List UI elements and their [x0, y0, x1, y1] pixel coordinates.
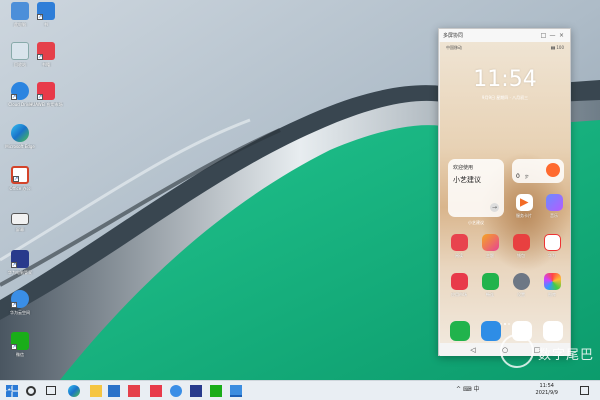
- app-music[interactable]: 音乐: [544, 194, 564, 219]
- service-card-icon: [515, 194, 533, 211]
- app-gallery[interactable]: 图库: [542, 273, 562, 298]
- cloud-taskbar-icon[interactable]: [170, 385, 182, 397]
- huawei-store-icon: ↗: [37, 82, 55, 100]
- app-meetime[interactable]: 畅连: [480, 273, 500, 298]
- phone-screen[interactable]: 中国移动 ▮▮ 100 11:54 9月9日 星期四 · 八月初三 欢迎使用 小…: [440, 42, 570, 343]
- system-tray[interactable]: ^ ⌨ 中: [456, 384, 480, 393]
- computer-icon: [11, 2, 29, 20]
- phone-icon[interactable]: [450, 321, 470, 341]
- app-settings[interactable]: 设置: [511, 273, 531, 298]
- wallet-icon: [512, 234, 530, 251]
- wechat-taskbar-icon[interactable]: [210, 385, 222, 397]
- multi-screen-taskbar-icon[interactable]: [230, 385, 242, 397]
- edge-icon: [11, 124, 29, 142]
- steps-value: 0: [516, 173, 520, 180]
- desktop-icon-monitor[interactable]: 屏幕: [2, 210, 38, 250]
- chat-bubble-icon: [481, 273, 499, 290]
- edge-taskbar-icon[interactable]: [68, 385, 80, 397]
- desktop-icon-reader[interactable]: ↗ 书籍: [28, 42, 64, 82]
- steps-unit: 步: [524, 174, 529, 179]
- watermark: 数字尾巴: [500, 334, 598, 370]
- huawei-store-taskbar-icon[interactable]: [150, 385, 162, 397]
- pc-manager-icon: ↗: [11, 250, 29, 268]
- file-explorer-icon[interactable]: [90, 385, 102, 397]
- minimize-button[interactable]: —: [548, 31, 557, 40]
- windows-start-icon[interactable]: [6, 385, 18, 397]
- carrier-label: 中国移动: [446, 45, 462, 50]
- app-themes[interactable]: 主题: [480, 234, 500, 259]
- xiaoyi-suggestion-card[interactable]: 欢迎使用 小艺建议 →: [448, 159, 504, 217]
- desktop-icon-edge[interactable]: Microsoft Edge: [2, 124, 38, 164]
- card-greeting: 欢迎使用: [453, 165, 474, 171]
- desktop-icon-book[interactable]: ↗ 书: [28, 2, 64, 42]
- phone-clock: 11:54: [473, 67, 537, 92]
- reader-icon: ↗: [37, 42, 55, 60]
- taskbar-date: 2021/9/9: [535, 390, 558, 396]
- phone-status-bar: 中国移动 ▮▮ 100: [446, 45, 564, 51]
- close-button[interactable]: ×: [557, 31, 566, 40]
- multi-screen-window[interactable]: 多屏协同 □ — × 中国移动 ▮▮ 100 11:54 9月9日 星期四 · …: [438, 28, 571, 356]
- watermark-text: 数字尾巴: [538, 348, 595, 363]
- card-title: 小艺建议: [453, 176, 481, 184]
- window-titlebar[interactable]: 多屏协同 □ — ×: [439, 29, 570, 42]
- huawei-icon: [543, 234, 561, 251]
- steps-card[interactable]: 0 步: [512, 159, 564, 183]
- app-reading[interactable]: 阅读: [449, 234, 469, 259]
- wechat-icon: ↗: [11, 332, 29, 350]
- gallery-flower-icon: [543, 273, 561, 290]
- running-icon: [546, 163, 560, 177]
- chat-icon: ↗: [11, 82, 29, 100]
- office-icon: ↗: [11, 166, 29, 184]
- mail-icon[interactable]: [108, 385, 120, 397]
- desktop-icon-cloud[interactable]: ↗ 华为云空间: [2, 290, 38, 330]
- arrow-right-icon[interactable]: →: [490, 203, 499, 212]
- desktop-icon-pc-manager[interactable]: ↗ 华为电脑管家: [2, 250, 38, 290]
- recycle-bin-icon: [11, 42, 29, 60]
- taskbar-clock[interactable]: 11:54 2021/9/9: [536, 383, 558, 397]
- task-view-icon[interactable]: [46, 386, 56, 395]
- music-icon: [545, 194, 563, 211]
- app-appgallery[interactable]: 应用市场: [449, 273, 469, 298]
- window-title: 多屏协同: [443, 33, 464, 39]
- reading-icon: [450, 234, 468, 251]
- taskbar-time: 11:54: [539, 383, 554, 389]
- phone-date: 9月9日 星期四 · 八月初三: [481, 95, 529, 100]
- notification-icon[interactable]: [580, 386, 589, 395]
- pin-button[interactable]: □: [539, 31, 548, 40]
- pc-manager-taskbar-icon[interactable]: [190, 385, 202, 397]
- back-button[interactable]: ◁: [469, 346, 477, 354]
- watermark-logo: [500, 334, 534, 368]
- app-huawei[interactable]: 华为: [542, 234, 562, 259]
- message-icon[interactable]: [481, 321, 501, 341]
- appgallery-icon: [450, 273, 468, 290]
- desktop-icon-wechat[interactable]: ↗ 微信: [2, 332, 38, 372]
- battery-indicator: ▮▮ 100: [550, 45, 564, 50]
- app-wallet[interactable]: 钱包: [511, 234, 531, 259]
- desktop-icon-huawei-store[interactable]: ↗ HUAWEI 应用市场: [28, 82, 64, 122]
- desktop-icon-office[interactable]: ↗ Office 办公: [2, 166, 38, 206]
- card-left-caption: 小艺建议: [468, 220, 484, 225]
- page-indicator: [500, 310, 514, 325]
- book-icon: ↗: [37, 2, 55, 20]
- themes-icon: [481, 234, 499, 251]
- gear-icon: [512, 273, 530, 290]
- taskbar: ^ ⌨ 中 11:54 2021/9/9: [0, 380, 600, 400]
- app-service-card[interactable]: 服务卡片: [514, 194, 534, 219]
- monitor-icon: [11, 213, 29, 225]
- reader-taskbar-icon[interactable]: [128, 385, 140, 397]
- search-icon[interactable]: [26, 386, 36, 396]
- cloud-icon: ↗: [11, 290, 29, 308]
